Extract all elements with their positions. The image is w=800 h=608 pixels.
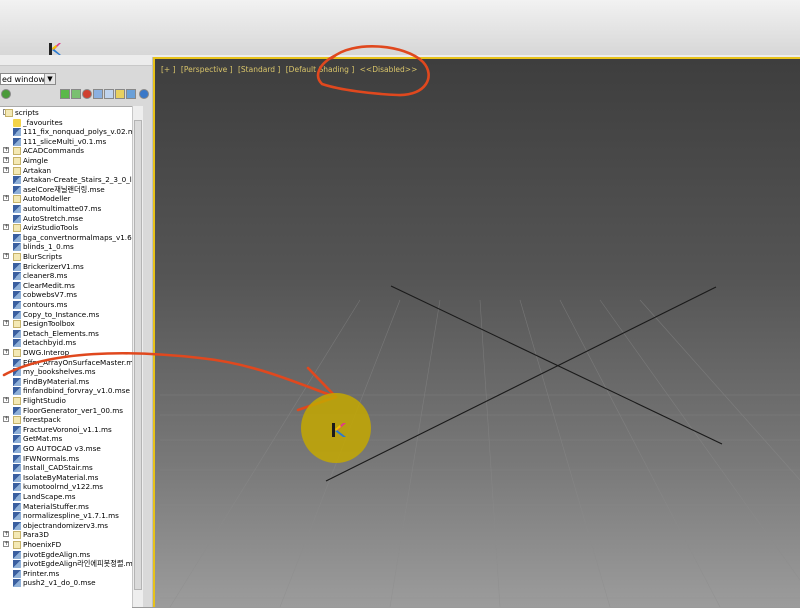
world-axis-x xyxy=(390,285,723,445)
world-axis-y xyxy=(325,286,717,482)
annotation-arrow-line xyxy=(2,351,332,397)
scene-overlay xyxy=(2,45,800,607)
cursor-highlight xyxy=(301,393,371,463)
annotation-circle xyxy=(316,45,430,97)
home-grid xyxy=(160,299,800,607)
